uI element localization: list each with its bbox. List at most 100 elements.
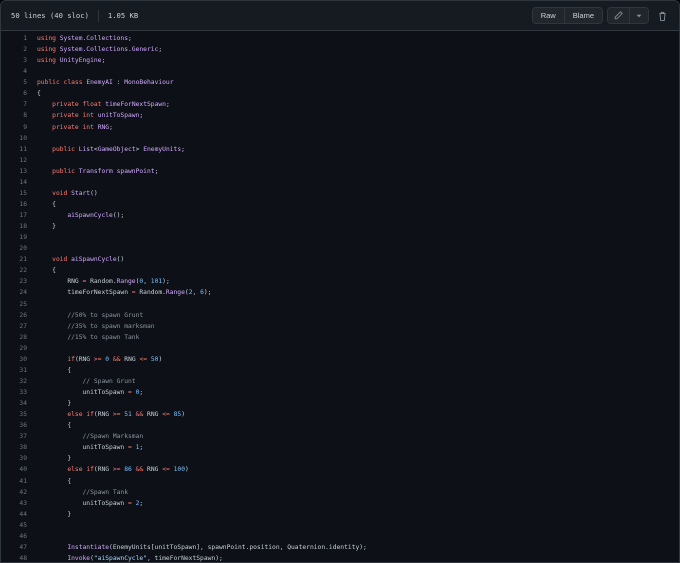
code-token: //35% to spawn marksman	[67, 322, 155, 330]
code-token: )	[158, 355, 163, 363]
code-line: 39 }	[1, 453, 679, 464]
line-number[interactable]: 9	[1, 122, 27, 133]
file-actions: Raw Blame	[531, 7, 669, 24]
line-code: Invoke("aiSpawnCycle", timeForNextSpawn)…	[27, 553, 223, 562]
line-number[interactable]: 33	[1, 387, 27, 398]
line-number[interactable]: 16	[1, 199, 27, 210]
line-number[interactable]: 34	[1, 398, 27, 409]
line-number[interactable]: 29	[1, 343, 27, 354]
line-number[interactable]: 6	[1, 88, 27, 99]
code-token: //15% to spawn Tank	[67, 333, 140, 341]
line-code: private int RNG;	[27, 122, 113, 133]
code-token: using	[37, 46, 56, 54]
line-code: void Start()	[27, 188, 98, 199]
blame-button[interactable]: Blame	[563, 8, 602, 23]
line-number[interactable]: 40	[1, 464, 27, 475]
code-token: private	[52, 112, 79, 120]
code-token: public	[52, 145, 75, 153]
line-number[interactable]: 39	[1, 453, 27, 464]
line-number[interactable]: 3	[1, 55, 27, 66]
code-line: 32 // Spawn Grunt	[1, 376, 679, 387]
code-token: timeForNextSpawn	[37, 289, 132, 297]
code-token: List	[78, 145, 94, 153]
line-number[interactable]: 35	[1, 409, 27, 420]
line-code: if(RNG >= 0 && RNG <= 50)	[27, 354, 162, 365]
line-code: }	[27, 221, 56, 232]
line-number[interactable]: 10	[1, 133, 27, 144]
line-number[interactable]: 7	[1, 99, 27, 110]
line-number[interactable]: 43	[1, 498, 27, 509]
raw-button[interactable]: Raw	[532, 8, 564, 23]
line-number[interactable]: 18	[1, 221, 27, 232]
line-number[interactable]: 21	[1, 254, 27, 265]
code-token: (EnemyUnits[unitToSpawn], spawnPoint.pos…	[109, 543, 367, 551]
line-number[interactable]: 4	[1, 66, 27, 77]
line-number[interactable]: 25	[1, 299, 27, 310]
line-code: }	[27, 453, 71, 464]
line-number[interactable]: 13	[1, 166, 27, 177]
line-number[interactable]: 5	[1, 77, 27, 88]
code-token: EnemyUnits	[143, 145, 182, 153]
line-number[interactable]: 42	[1, 487, 27, 498]
line-number[interactable]: 45	[1, 520, 27, 531]
code-line: 16 {	[1, 199, 679, 210]
line-code: //50% to spawn Grunt	[27, 310, 143, 321]
line-number[interactable]: 2	[1, 44, 27, 55]
line-number[interactable]: 48	[1, 553, 27, 562]
code-token: System.Collections	[59, 35, 129, 42]
code-token: if	[67, 355, 75, 363]
code-token: RNG	[120, 355, 140, 363]
line-number[interactable]: 41	[1, 476, 27, 487]
code-token: Transform	[78, 167, 113, 175]
code-token: unitToSpawn	[97, 112, 140, 120]
code-token: RNG	[97, 123, 110, 131]
line-number[interactable]: 8	[1, 110, 27, 121]
line-number[interactable]: 27	[1, 321, 27, 332]
line-number[interactable]: 20	[1, 243, 27, 254]
code-token: , timeForNextSpawn);	[146, 554, 223, 562]
line-number[interactable]: 44	[1, 509, 27, 520]
code-token: ;	[139, 389, 144, 396]
trash-icon[interactable]	[655, 8, 669, 23]
line-number[interactable]: 17	[1, 210, 27, 221]
code-line: 36 {	[1, 420, 679, 431]
line-number[interactable]: 23	[1, 276, 27, 287]
line-number[interactable]: 14	[1, 177, 27, 188]
line-number[interactable]: 24	[1, 287, 27, 298]
line-code: public Transform spawnPoint;	[27, 166, 158, 177]
code-body: 1 using System.Collections; 2 using System.…	[1, 31, 679, 562]
line-code: Instantiate(EnemyUnits[unitToSpawn], spa…	[27, 542, 367, 553]
line-code: aiSpawnCycle();	[27, 210, 124, 221]
code-token: System.Collections.Generic	[59, 46, 159, 54]
line-number[interactable]: 19	[1, 232, 27, 243]
code-token: public	[37, 79, 60, 87]
line-number[interactable]: 1	[1, 33, 27, 44]
code-line: 13 public Transform spawnPoint;	[1, 166, 679, 177]
line-number[interactable]: 30	[1, 354, 27, 365]
line-number[interactable]: 28	[1, 332, 27, 343]
line-number[interactable]: 46	[1, 531, 27, 542]
line-number[interactable]: 47	[1, 542, 27, 553]
code-token: }	[37, 455, 72, 463]
line-number[interactable]: 31	[1, 365, 27, 376]
code-token: );	[203, 289, 212, 297]
line-number[interactable]: 12	[1, 155, 27, 166]
line-number[interactable]: 26	[1, 310, 27, 321]
line-number[interactable]: 38	[1, 442, 27, 453]
line-number[interactable]: 22	[1, 265, 27, 276]
code-line: 24 timeForNextSpawn = Random.Range(2, 6)…	[1, 287, 679, 298]
line-number[interactable]: 11	[1, 144, 27, 155]
line-number[interactable]: 37	[1, 431, 27, 442]
line-number[interactable]: 15	[1, 188, 27, 199]
chevron-down-icon[interactable]	[629, 8, 648, 23]
code-token: }	[37, 400, 72, 408]
code-token: (RNG	[93, 411, 113, 419]
code-line: 21 void aiSpawnCycle()	[1, 254, 679, 265]
line-number[interactable]: 36	[1, 420, 27, 431]
line-code: {	[27, 365, 71, 376]
line-number[interactable]: 32	[1, 376, 27, 387]
pencil-icon[interactable]	[608, 8, 629, 23]
